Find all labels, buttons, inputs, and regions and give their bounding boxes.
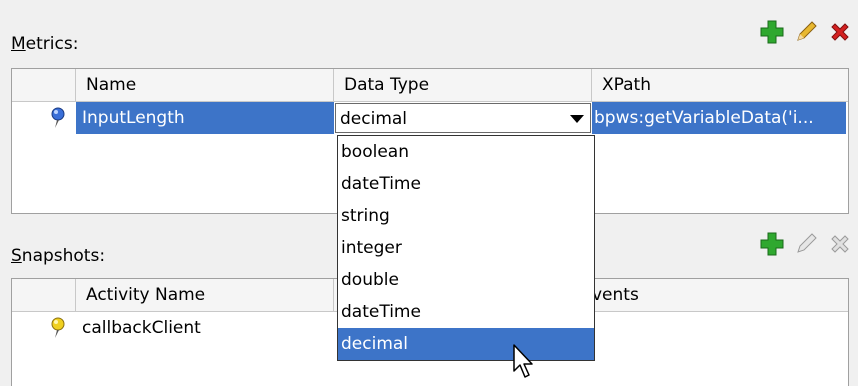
edit-metric-button[interactable] xyxy=(794,20,818,44)
metrics-table-header: Name Data Type XPath xyxy=(12,69,848,102)
snapshots-toolbar xyxy=(760,232,852,256)
remove-icon xyxy=(831,235,849,253)
data-type-select[interactable]: decimal xyxy=(335,103,591,133)
metric-name-cell[interactable]: InputLength xyxy=(76,102,334,134)
snapshots-label: Snapshots: xyxy=(11,246,106,266)
metric-pin-icon xyxy=(51,107,65,128)
snapshot-activity-name-cell[interactable]: callbackClient xyxy=(76,312,334,344)
snapshot-pin-icon xyxy=(51,317,65,338)
dropdown-option[interactable]: string xyxy=(338,200,594,232)
remove-snapshot-button[interactable] xyxy=(828,232,852,256)
metrics-label: Metrics: xyxy=(11,34,79,54)
dropdown-option[interactable]: integer xyxy=(338,232,594,264)
metric-data-type-cell[interactable]: decimal xyxy=(334,102,592,134)
dropdown-option[interactable]: dateTime xyxy=(338,296,594,328)
add-snapshot-button[interactable] xyxy=(760,232,784,256)
dropdown-option[interactable]: dateTime xyxy=(338,168,594,200)
remove-icon xyxy=(831,23,849,41)
dropdown-option[interactable]: boolean xyxy=(338,136,594,168)
mouse-cursor-icon xyxy=(513,344,533,378)
column-header-name[interactable]: Name xyxy=(76,69,334,101)
add-metric-button[interactable] xyxy=(760,20,784,44)
table-row[interactable]: InputLength decimal bpws:getVariableData… xyxy=(12,102,848,134)
row-icon-column-header xyxy=(12,279,76,311)
dropdown-option-selected[interactable]: decimal xyxy=(338,328,594,360)
column-header-activity-name[interactable]: Activity Name xyxy=(76,279,334,311)
column-header-xpath[interactable]: XPath xyxy=(592,69,846,101)
metric-xpath-cell[interactable]: bpws:getVariableData('i... xyxy=(592,102,846,134)
metrics-toolbar xyxy=(760,20,852,44)
dropdown-option[interactable]: double xyxy=(338,264,594,296)
add-icon xyxy=(760,232,784,256)
add-icon xyxy=(760,20,784,44)
edit-icon xyxy=(797,233,817,253)
column-header-data-type[interactable]: Data Type xyxy=(334,69,592,101)
edit-snapshot-button[interactable] xyxy=(794,232,818,256)
remove-metric-button[interactable] xyxy=(828,20,852,44)
data-type-select-value: decimal xyxy=(340,109,408,129)
row-icon-column-header xyxy=(12,69,76,101)
dropdown-arrow-icon[interactable] xyxy=(570,115,584,125)
metric-row-marker xyxy=(12,102,76,134)
data-type-dropdown-list[interactable]: boolean dateTime string integer double d… xyxy=(337,135,595,361)
snapshot-row-marker xyxy=(12,312,76,344)
column-header-events[interactable]: vents xyxy=(592,279,846,311)
edit-icon xyxy=(797,21,817,41)
